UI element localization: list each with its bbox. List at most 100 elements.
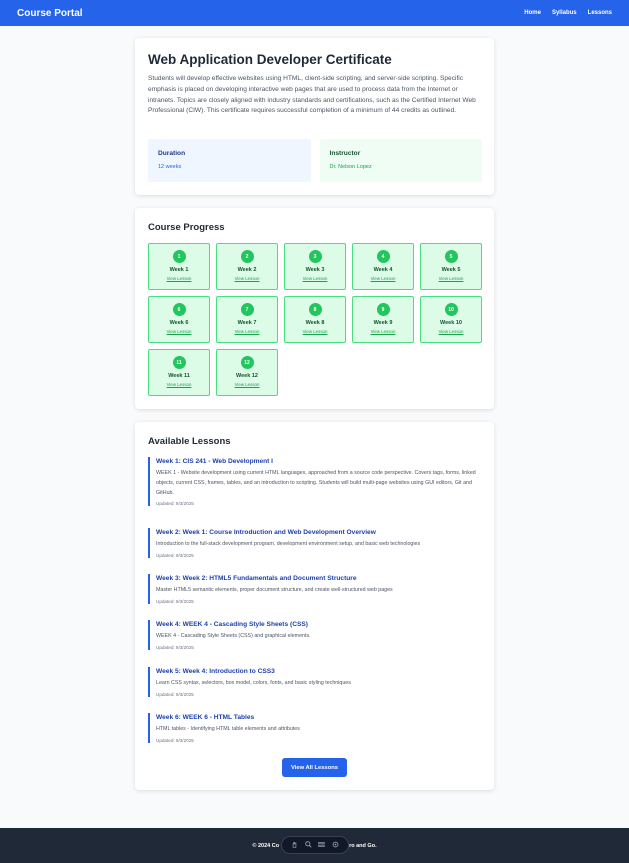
hand-icon[interactable] <box>291 841 298 850</box>
lesson-updated-date: Updated: 9/3/2025 <box>156 737 194 743</box>
lesson-description: HTML tables - Identifying HTML table ele… <box>156 726 300 732</box>
week-name: Week 1 <box>169 267 189 273</box>
lesson-updated-date: Updated: 9/3/2025 <box>156 598 194 604</box>
footer-copyright-left: © 2024 Co <box>252 842 280 849</box>
duration-value: 12 weeks <box>158 164 182 170</box>
lesson-title-link[interactable]: Week 5: Week 4: Introduction to CSS3 <box>156 667 482 676</box>
brand-logo[interactable]: Course Portal <box>17 8 83 19</box>
lesson-title-link[interactable]: Week 4: WEEK 4 - Cascading Style Sheets … <box>156 620 482 629</box>
week-number-badge: 5 <box>444 250 458 263</box>
course-title: Web Application Developer Certificate <box>148 52 392 67</box>
view-lesson-link[interactable]: View Lesson <box>235 276 260 281</box>
lesson-description: Introduction to the full-stack developme… <box>156 541 421 547</box>
instructor-value: Dr. Nelson Lopez <box>329 164 372 170</box>
week-tile[interactable]: 5 Week 5 View Lesson <box>420 243 482 290</box>
week-name: Week 9 <box>373 320 393 326</box>
lesson-description: Master HTML5 semantic elements, proper d… <box>156 587 393 593</box>
lesson-updated-date: Updated: 9/3/2025 <box>156 644 194 650</box>
nav-link-syllabus[interactable]: Syllabus <box>552 10 577 16</box>
week-number-badge: 2 <box>240 250 254 263</box>
week-number-badge: 12 <box>240 356 254 369</box>
week-number-badge: 3 <box>308 250 322 263</box>
week-name: Week 11 <box>168 373 190 379</box>
course-overview-card: Web Application Developer Certificate St… <box>135 38 494 195</box>
lesson-description: Learn CSS syntax, selectors, box model, … <box>156 680 351 686</box>
week-name: Week 3 <box>305 267 325 273</box>
week-number-badge: 1 <box>172 250 186 263</box>
nav-link-home[interactable]: Home <box>524 10 541 16</box>
week-tile[interactable]: 4 Week 4 View Lesson <box>352 243 414 290</box>
lesson-item: Week 4: WEEK 4 - Cascading Style Sheets … <box>148 620 482 650</box>
layers-icon[interactable] <box>318 841 325 850</box>
view-lesson-link[interactable]: View Lesson <box>167 276 192 281</box>
lesson-item: Week 2: Week 1: Course Introduction and … <box>148 528 482 558</box>
view-lesson-link[interactable]: View Lesson <box>439 276 464 281</box>
lesson-item: Week 3: Week 2: HTML5 Fundamentals and D… <box>148 574 482 604</box>
course-progress-card: Course Progress 1 Week 1 View Lesson 2 Week … <box>135 208 494 409</box>
week-name: Week 5 <box>441 267 461 273</box>
lesson-title-link[interactable]: Week 3: Week 2: HTML5 Fundamentals and D… <box>156 574 482 583</box>
duration-label: Duration <box>158 150 186 157</box>
main-nav: Home Syllabus Lessons <box>524 10 612 16</box>
course-info-row: Duration 12 weeks Instructor Dr. Nelson … <box>148 139 482 182</box>
lesson-title-link[interactable]: Week 1: CIS 241 - Web Development I <box>156 457 482 466</box>
week-tile[interactable]: 10 Week 10 View Lesson <box>420 296 482 343</box>
view-lesson-link[interactable]: View Lesson <box>371 329 396 334</box>
view-lesson-link[interactable]: View Lesson <box>235 329 260 334</box>
footer-copyright-right: ro and Go. <box>349 842 377 849</box>
week-number-badge: 4 <box>376 250 390 263</box>
week-tile[interactable]: 9 Week 9 View Lesson <box>352 296 414 343</box>
view-lesson-link[interactable]: View Lesson <box>235 382 260 387</box>
view-lesson-link[interactable]: View Lesson <box>371 276 396 281</box>
week-number-badge: 11 <box>172 356 186 369</box>
view-all-lessons-button[interactable]: View All Lessons <box>282 758 347 777</box>
week-tile[interactable]: 1 Week 1 View Lesson <box>148 243 210 290</box>
lessons-title: Available Lessons <box>148 436 231 447</box>
floating-toolbar <box>281 836 349 854</box>
lesson-updated-date: Updated: 9/3/2025 <box>156 501 194 507</box>
week-number-badge: 6 <box>172 303 186 316</box>
week-number-badge: 9 <box>376 303 390 316</box>
week-name: Week 2 <box>237 267 257 273</box>
week-name: Week 6 <box>169 320 189 326</box>
course-description: Students will develop effective websites… <box>148 75 476 115</box>
duration-box: Duration 12 weeks <box>148 139 311 182</box>
lesson-updated-date: Updated: 9/3/2025 <box>156 691 194 697</box>
progress-title: Course Progress <box>148 222 225 233</box>
week-name: Week 10 <box>440 320 462 326</box>
week-tile[interactable]: 6 Week 6 View Lesson <box>148 296 210 343</box>
settings-icon[interactable] <box>332 841 339 850</box>
lesson-description: WEEK 4 - Cascading Style Sheets (CSS) an… <box>156 633 311 639</box>
lesson-title-link[interactable]: Week 6: WEEK 6 - HTML Tables <box>156 713 482 722</box>
week-name: Week 8 <box>305 320 325 326</box>
lesson-title-link[interactable]: Week 2: Week 1: Course Introduction and … <box>156 528 482 537</box>
lesson-item: Week 5: Week 4: Introduction to CSS3 Lea… <box>148 667 482 697</box>
lesson-description: WEEK 1 - Website development using curre… <box>156 470 476 496</box>
instructor-label: Instructor <box>329 150 361 157</box>
nav-link-lessons[interactable]: Lessons <box>588 10 612 16</box>
week-tile[interactable]: 7 Week 7 View Lesson <box>216 296 278 343</box>
search-icon[interactable] <box>305 840 312 850</box>
week-name: Week 4 <box>373 267 393 273</box>
week-number-badge: 8 <box>308 303 322 316</box>
top-navbar: Course Portal Home Syllabus Lessons <box>0 0 629 26</box>
week-grid: 1 Week 1 View Lesson 2 Week 2 View Lesson 3 Wee… <box>148 243 482 396</box>
week-name: Week 7 <box>237 320 257 326</box>
week-number-badge: 10 <box>444 303 458 316</box>
lesson-item: Week 1: CIS 241 - Web Development I WEEK… <box>148 457 482 507</box>
week-tile[interactable]: 11 Week 11 View Lesson <box>148 349 210 396</box>
week-tile[interactable]: 12 Week 12 View Lesson <box>216 349 278 396</box>
lesson-updated-date: Updated: 9/3/2025 <box>156 552 194 558</box>
week-tile[interactable]: 8 Week 8 View Lesson <box>284 296 346 343</box>
available-lessons-card: Available Lessons Week 1: CIS 241 - Web … <box>135 422 494 790</box>
view-lesson-link[interactable]: View Lesson <box>167 382 192 387</box>
week-tile[interactable]: 3 Week 3 View Lesson <box>284 243 346 290</box>
view-lesson-link[interactable]: View Lesson <box>303 329 328 334</box>
view-lesson-link[interactable]: View Lesson <box>439 329 464 334</box>
view-lesson-link[interactable]: View Lesson <box>303 276 328 281</box>
week-tile[interactable]: 2 Week 2 View Lesson <box>216 243 278 290</box>
week-name: Week 12 <box>236 373 258 379</box>
view-lesson-link[interactable]: View Lesson <box>167 329 192 334</box>
week-number-badge: 7 <box>240 303 254 316</box>
instructor-box: Instructor Dr. Nelson Lopez <box>319 139 482 182</box>
